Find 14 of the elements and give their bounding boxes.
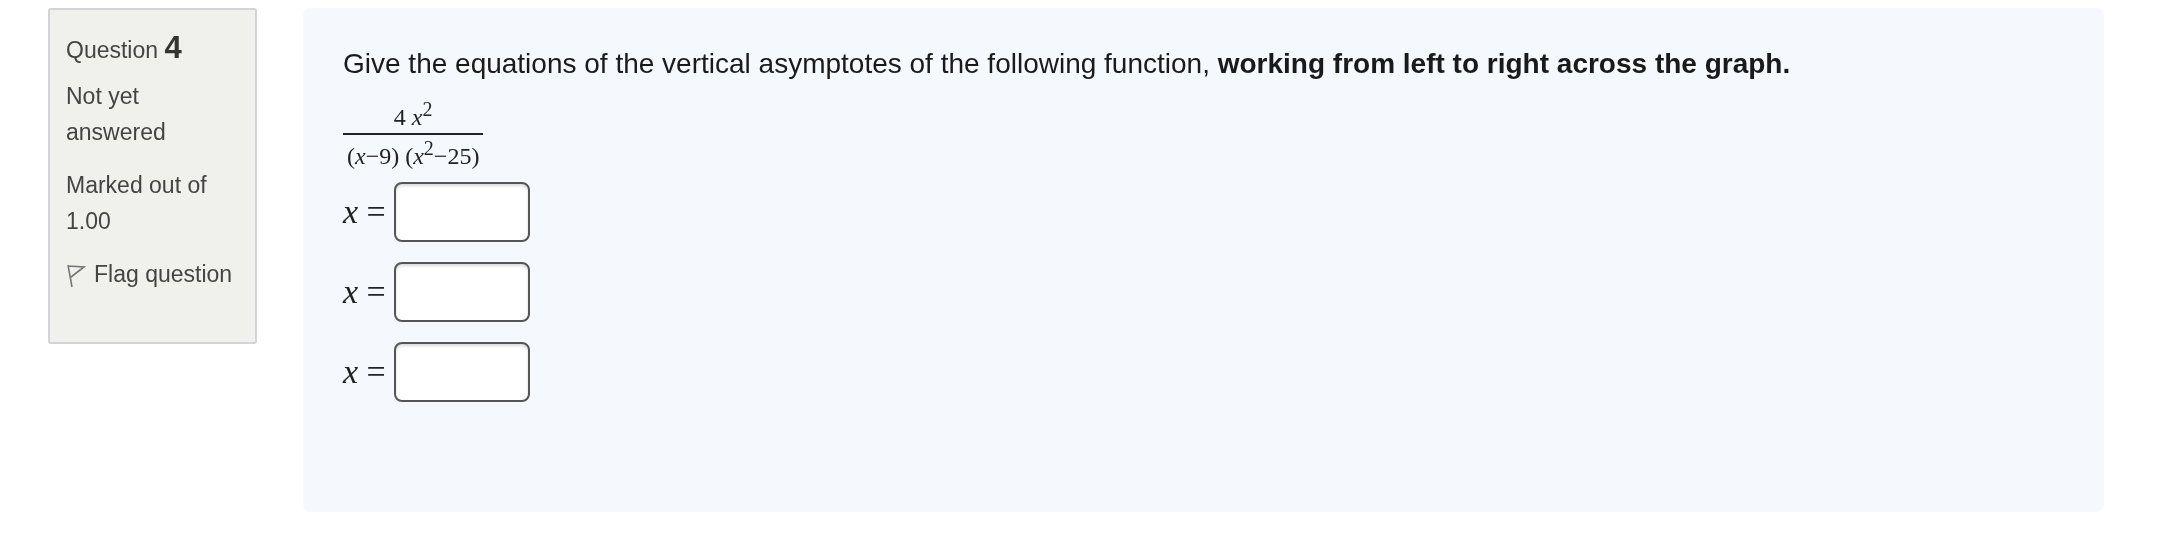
question-label: Question: [66, 37, 159, 63]
marks-text: Marked out of 1.00: [66, 171, 208, 236]
flag-icon[interactable]: [66, 264, 86, 288]
answer-label: x =: [343, 273, 386, 311]
answer-field[interactable]: [393, 262, 530, 322]
fraction-formula: 4 x$^{2}$ (x−9) (x$^{2}$−25): [343, 98, 484, 170]
question-number: 4: [164, 30, 182, 65]
flag-question-link[interactable]: Flag question: [94, 256, 233, 292]
answer-label: x =: [343, 353, 386, 391]
answer-field[interactable]: [393, 342, 530, 402]
question-prompt: Give the equations of the vertical asymptotes of the following function, working from left to right across the graph.: [343, 48, 1792, 80]
answer-label: x =: [343, 193, 386, 231]
answer-field[interactable]: [393, 182, 530, 242]
status-text: Not yet answered: [66, 82, 167, 147]
